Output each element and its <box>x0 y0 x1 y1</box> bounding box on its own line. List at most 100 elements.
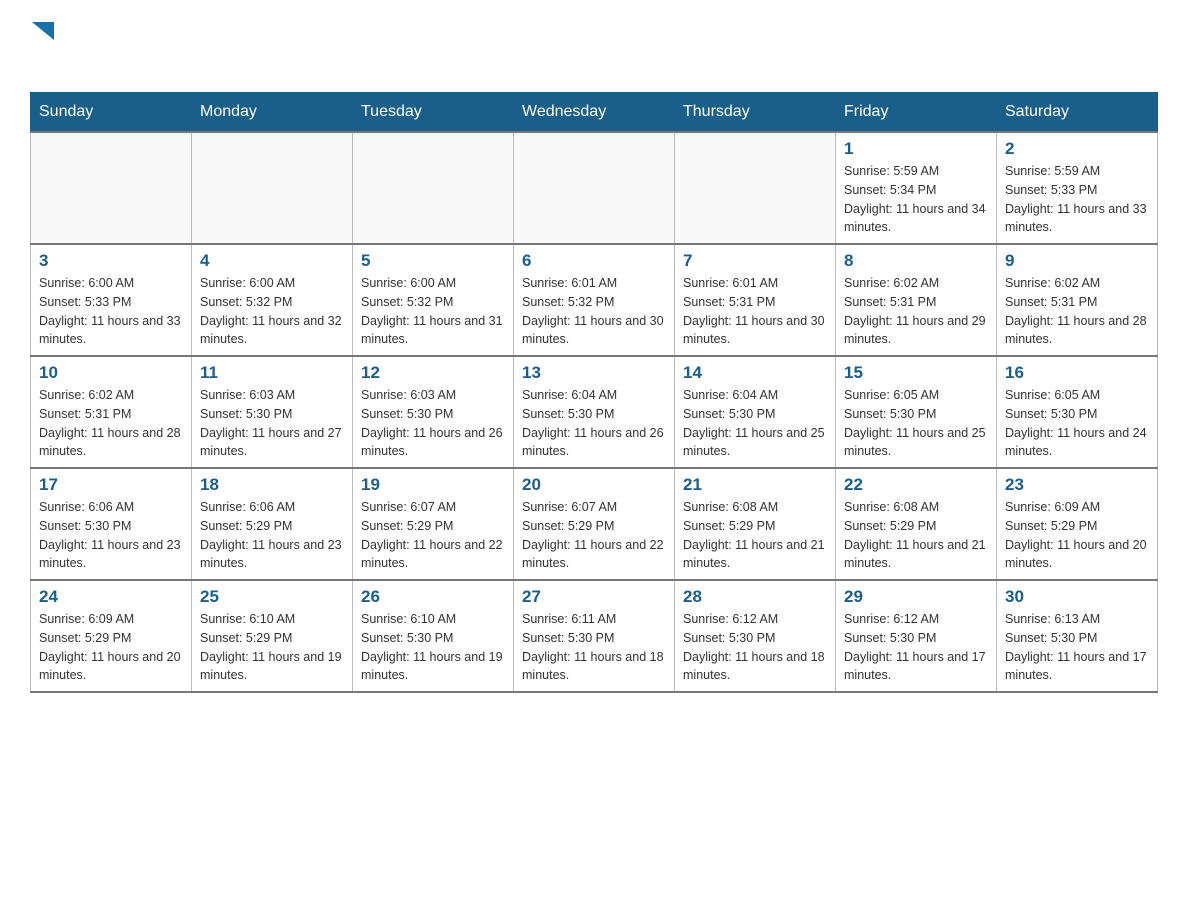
calendar-day-cell: 13 Sunrise: 6:04 AMSunset: 5:30 PMDayligh… <box>514 356 675 468</box>
calendar-day-cell: 26 Sunrise: 6:10 AMSunset: 5:30 PMDayligh… <box>353 580 514 692</box>
calendar-week-row: 10Sunrise: 6:02 AMSunset: 5:31 PMDayligh… <box>31 356 1158 468</box>
calendar-day-cell: 2Sunrise: 5:59 AMSunset: 5:33 PMDaylight… <box>997 132 1158 244</box>
day-info: Sunrise: 6:03 AMSunset: 5:30 PMDaylight:… <box>200 386 344 461</box>
day-of-week-header: Wednesday <box>514 93 675 133</box>
calendar-day-cell: 10Sunrise: 6:02 AMSunset: 5:31 PMDayligh… <box>31 356 192 468</box>
day-info: Sunrise: 6:09 AMSunset: 5:29 PMDaylight:… <box>39 610 183 685</box>
calendar-day-cell: 8 Sunrise: 6:02 AMSunset: 5:31 PMDaylight… <box>836 244 997 356</box>
calendar-day-cell: 9 Sunrise: 6:02 AMSunset: 5:31 PMDaylight… <box>997 244 1158 356</box>
calendar-day-cell: 30Sunrise: 6:13 AMSunset: 5:30 PMDayligh… <box>997 580 1158 692</box>
day-info: Sunrise: 6:10 AMSunset: 5:29 PMDaylight:… <box>200 610 344 685</box>
calendar-table: SundayMondayTuesdayWednesdayThursdayFrid… <box>30 92 1158 693</box>
day-number: 8 <box>844 251 988 271</box>
calendar-day-cell: 25 Sunrise: 6:10 AMSunset: 5:29 PMDayligh… <box>192 580 353 692</box>
day-info: Sunrise: 6:06 AMSunset: 5:30 PMDaylight:… <box>39 498 183 573</box>
day-info: Sunrise: 6:12 AMSunset: 5:30 PMDaylight:… <box>683 610 827 685</box>
day-info: Sunrise: 6:10 AMSunset: 5:30 PMDaylight:… <box>361 610 505 685</box>
day-number: 30 <box>1005 587 1149 607</box>
day-info: Sunrise: 6:04 AMSunset: 5:30 PMDaylight:… <box>683 386 827 461</box>
logo <box>30 20 54 72</box>
day-info: Sunrise: 6:03 AMSunset: 5:30 PMDaylight:… <box>361 386 505 461</box>
calendar-day-cell: 24 Sunrise: 6:09 AMSunset: 5:29 PMDayligh… <box>31 580 192 692</box>
logo-arrow-icon <box>32 22 54 40</box>
calendar-week-row: 17 Sunrise: 6:06 AMSunset: 5:30 PMDayligh… <box>31 468 1158 580</box>
day-info: Sunrise: 6:09 AMSunset: 5:29 PMDaylight:… <box>1005 498 1149 573</box>
day-info: Sunrise: 6:02 AMSunset: 5:31 PMDaylight:… <box>1005 274 1149 349</box>
day-number: 24 <box>39 587 183 607</box>
day-number: 27 <box>522 587 666 607</box>
calendar-day-cell <box>31 132 192 244</box>
day-number: 9 <box>1005 251 1149 271</box>
day-of-week-header: Friday <box>836 93 997 133</box>
calendar-day-cell: 23 Sunrise: 6:09 AMSunset: 5:29 PMDayligh… <box>997 468 1158 580</box>
calendar-day-cell: 22Sunrise: 6:08 AMSunset: 5:29 PMDayligh… <box>836 468 997 580</box>
calendar-day-cell: 15 Sunrise: 6:05 AMSunset: 5:30 PMDayligh… <box>836 356 997 468</box>
day-info: Sunrise: 6:00 AMSunset: 5:32 PMDaylight:… <box>361 274 505 349</box>
calendar-week-row: 24 Sunrise: 6:09 AMSunset: 5:29 PMDayligh… <box>31 580 1158 692</box>
day-number: 26 <box>361 587 505 607</box>
calendar-day-cell: 28 Sunrise: 6:12 AMSunset: 5:30 PMDayligh… <box>675 580 836 692</box>
calendar-day-cell: 1Sunrise: 5:59 AMSunset: 5:34 PMDaylight… <box>836 132 997 244</box>
day-number: 21 <box>683 475 827 495</box>
day-of-week-header: Tuesday <box>353 93 514 133</box>
day-number: 11 <box>200 363 344 383</box>
day-number: 14 <box>683 363 827 383</box>
day-number: 5 <box>361 251 505 271</box>
day-number: 19 <box>361 475 505 495</box>
day-number: 16 <box>1005 363 1149 383</box>
day-info: Sunrise: 6:02 AMSunset: 5:31 PMDaylight:… <box>39 386 183 461</box>
day-info: Sunrise: 6:02 AMSunset: 5:31 PMDaylight:… <box>844 274 988 349</box>
day-info: Sunrise: 6:08 AMSunset: 5:29 PMDaylight:… <box>844 498 988 573</box>
calendar-day-cell: 20Sunrise: 6:07 AMSunset: 5:29 PMDayligh… <box>514 468 675 580</box>
day-info: Sunrise: 6:00 AMSunset: 5:32 PMDaylight:… <box>200 274 344 349</box>
page-header <box>30 20 1158 72</box>
day-number: 7 <box>683 251 827 271</box>
calendar-day-cell <box>514 132 675 244</box>
calendar-day-cell: 21 Sunrise: 6:08 AMSunset: 5:29 PMDayligh… <box>675 468 836 580</box>
day-info: Sunrise: 5:59 AMSunset: 5:33 PMDaylight:… <box>1005 162 1149 237</box>
calendar-day-cell: 16Sunrise: 6:05 AMSunset: 5:30 PMDayligh… <box>997 356 1158 468</box>
day-info: Sunrise: 6:04 AMSunset: 5:30 PMDaylight:… <box>522 386 666 461</box>
day-info: Sunrise: 6:07 AMSunset: 5:29 PMDaylight:… <box>522 498 666 573</box>
day-of-week-header: Saturday <box>997 93 1158 133</box>
day-number: 3 <box>39 251 183 271</box>
day-number: 13 <box>522 363 666 383</box>
day-number: 28 <box>683 587 827 607</box>
calendar-day-cell: 17 Sunrise: 6:06 AMSunset: 5:30 PMDayligh… <box>31 468 192 580</box>
day-info: Sunrise: 6:01 AMSunset: 5:32 PMDaylight:… <box>522 274 666 349</box>
day-number: 15 <box>844 363 988 383</box>
day-info: Sunrise: 6:08 AMSunset: 5:29 PMDaylight:… <box>683 498 827 573</box>
day-number: 17 <box>39 475 183 495</box>
calendar-week-row: 1Sunrise: 5:59 AMSunset: 5:34 PMDaylight… <box>31 132 1158 244</box>
day-number: 4 <box>200 251 344 271</box>
calendar-day-cell: 4 Sunrise: 6:00 AMSunset: 5:32 PMDaylight… <box>192 244 353 356</box>
calendar-header-row: SundayMondayTuesdayWednesdayThursdayFrid… <box>31 93 1158 133</box>
calendar-day-cell <box>192 132 353 244</box>
day-of-week-header: Sunday <box>31 93 192 133</box>
calendar-week-row: 3 Sunrise: 6:00 AMSunset: 5:33 PMDaylight… <box>31 244 1158 356</box>
calendar-day-cell: 27 Sunrise: 6:11 AMSunset: 5:30 PMDayligh… <box>514 580 675 692</box>
calendar-day-cell: 12 Sunrise: 6:03 AMSunset: 5:30 PMDayligh… <box>353 356 514 468</box>
calendar-day-cell: 7 Sunrise: 6:01 AMSunset: 5:31 PMDaylight… <box>675 244 836 356</box>
day-number: 25 <box>200 587 344 607</box>
calendar-day-cell <box>353 132 514 244</box>
calendar-day-cell <box>675 132 836 244</box>
day-of-week-header: Monday <box>192 93 353 133</box>
day-number: 12 <box>361 363 505 383</box>
day-info: Sunrise: 6:01 AMSunset: 5:31 PMDaylight:… <box>683 274 827 349</box>
day-info: Sunrise: 6:06 AMSunset: 5:29 PMDaylight:… <box>200 498 344 573</box>
day-number: 29 <box>844 587 988 607</box>
calendar-day-cell: 19Sunrise: 6:07 AMSunset: 5:29 PMDayligh… <box>353 468 514 580</box>
day-of-week-header: Thursday <box>675 93 836 133</box>
day-info: Sunrise: 6:12 AMSunset: 5:30 PMDaylight:… <box>844 610 988 685</box>
calendar-day-cell: 11 Sunrise: 6:03 AMSunset: 5:30 PMDayligh… <box>192 356 353 468</box>
day-info: Sunrise: 6:11 AMSunset: 5:30 PMDaylight:… <box>522 610 666 685</box>
day-info: Sunrise: 6:00 AMSunset: 5:33 PMDaylight:… <box>39 274 183 349</box>
calendar-day-cell: 29 Sunrise: 6:12 AMSunset: 5:30 PMDayligh… <box>836 580 997 692</box>
calendar-day-cell: 5 Sunrise: 6:00 AMSunset: 5:32 PMDaylight… <box>353 244 514 356</box>
day-number: 6 <box>522 251 666 271</box>
day-info: Sunrise: 6:05 AMSunset: 5:30 PMDaylight:… <box>844 386 988 461</box>
day-number: 1 <box>844 139 988 159</box>
day-number: 23 <box>1005 475 1149 495</box>
day-number: 18 <box>200 475 344 495</box>
